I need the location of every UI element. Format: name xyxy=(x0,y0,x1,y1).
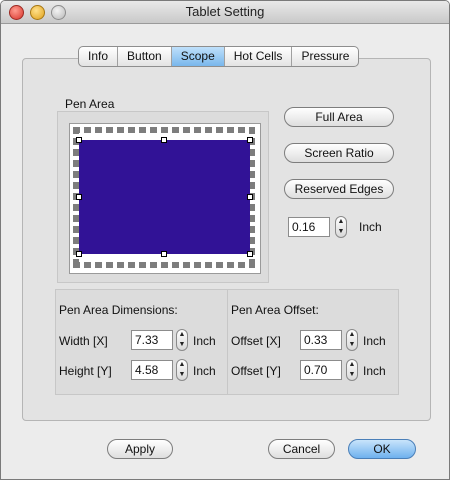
chevron-down-icon[interactable]: ▼ xyxy=(347,341,357,349)
window-title: Tablet Setting xyxy=(185,4,265,19)
pen-area-rectangle[interactable] xyxy=(79,140,250,254)
tab-button[interactable]: Button xyxy=(118,47,172,66)
chevron-up-icon[interactable]: ▲ xyxy=(347,331,357,339)
cancel-button[interactable]: Cancel xyxy=(268,439,335,459)
chevron-down-icon[interactable]: ▼ xyxy=(347,371,357,379)
height-label: Height [Y] xyxy=(59,364,112,378)
chevron-down-icon[interactable]: ▼ xyxy=(177,341,187,349)
height-unit: Inch xyxy=(193,364,216,378)
width-stepper[interactable]: ▲ ▼ xyxy=(176,329,188,351)
chevron-up-icon[interactable]: ▲ xyxy=(347,361,357,369)
tab-hot-cells[interactable]: Hot Cells xyxy=(225,47,293,66)
height-stepper[interactable]: ▲ ▼ xyxy=(176,359,188,381)
offset-y-stepper[interactable]: ▲ ▼ xyxy=(346,359,358,381)
pen-area-handle-top-right[interactable] xyxy=(247,137,253,143)
pen-area-handle-left[interactable] xyxy=(76,194,82,200)
pen-area-handle-top[interactable] xyxy=(161,137,167,143)
pen-area-handle-bottom[interactable] xyxy=(161,251,167,257)
height-input[interactable]: 4.58 xyxy=(131,360,173,380)
offset-y-input[interactable]: 0.70 xyxy=(300,360,342,380)
offset-x-input[interactable]: 0.33 xyxy=(300,330,342,350)
pen-area-handle-bottom-left[interactable] xyxy=(76,251,82,257)
reserved-edge-stepper[interactable]: ▲ ▼ xyxy=(335,216,347,238)
reserved-edge-unit: Inch xyxy=(359,220,382,234)
pen-area-handle-right[interactable] xyxy=(247,194,253,200)
pen-area-handle-bottom-right[interactable] xyxy=(247,251,253,257)
tab-bar: Info Button Scope Hot Cells Pressure xyxy=(78,46,360,67)
offset-x-unit: Inch xyxy=(363,334,386,348)
title-bar[interactable]: Tablet Setting xyxy=(1,1,449,24)
dimensions-title: Pen Area Dimensions: xyxy=(59,303,178,317)
chevron-down-icon[interactable]: ▼ xyxy=(177,371,187,379)
reserved-edges-button[interactable]: Reserved Edges xyxy=(284,179,394,199)
tablet-edge-bottom xyxy=(73,262,255,268)
chevron-up-icon[interactable]: ▲ xyxy=(336,218,346,226)
chevron-up-icon[interactable]: ▲ xyxy=(177,361,187,369)
screen-ratio-button[interactable]: Screen Ratio xyxy=(284,143,394,163)
pen-area-label: Pen Area xyxy=(65,97,115,111)
offset-x-stepper[interactable]: ▲ ▼ xyxy=(346,329,358,351)
pen-area-handle-top-left[interactable] xyxy=(76,137,82,143)
apply-button[interactable]: Apply xyxy=(107,439,173,459)
reserved-edge-input[interactable]: 0.16 xyxy=(288,217,330,237)
width-label: Width [X] xyxy=(59,334,108,348)
offset-title: Pen Area Offset: xyxy=(231,303,319,317)
tab-info[interactable]: Info xyxy=(79,47,119,66)
ok-button[interactable]: OK xyxy=(348,439,416,459)
tablet-setting-window: Tablet Setting Info Button Scope Hot Cel… xyxy=(0,0,450,480)
offset-y-label: Offset [Y] xyxy=(231,364,281,378)
width-input[interactable]: 7.33 xyxy=(131,330,173,350)
chevron-down-icon[interactable]: ▼ xyxy=(336,228,346,236)
tablet-edge-top xyxy=(73,127,255,133)
offset-y-unit: Inch xyxy=(363,364,386,378)
offset-x-label: Offset [X] xyxy=(231,334,281,348)
tab-scope[interactable]: Scope xyxy=(171,47,225,66)
tab-pressure[interactable]: Pressure xyxy=(292,47,358,66)
full-area-button[interactable]: Full Area xyxy=(284,107,394,127)
chevron-up-icon[interactable]: ▲ xyxy=(177,331,187,339)
width-unit: Inch xyxy=(193,334,216,348)
